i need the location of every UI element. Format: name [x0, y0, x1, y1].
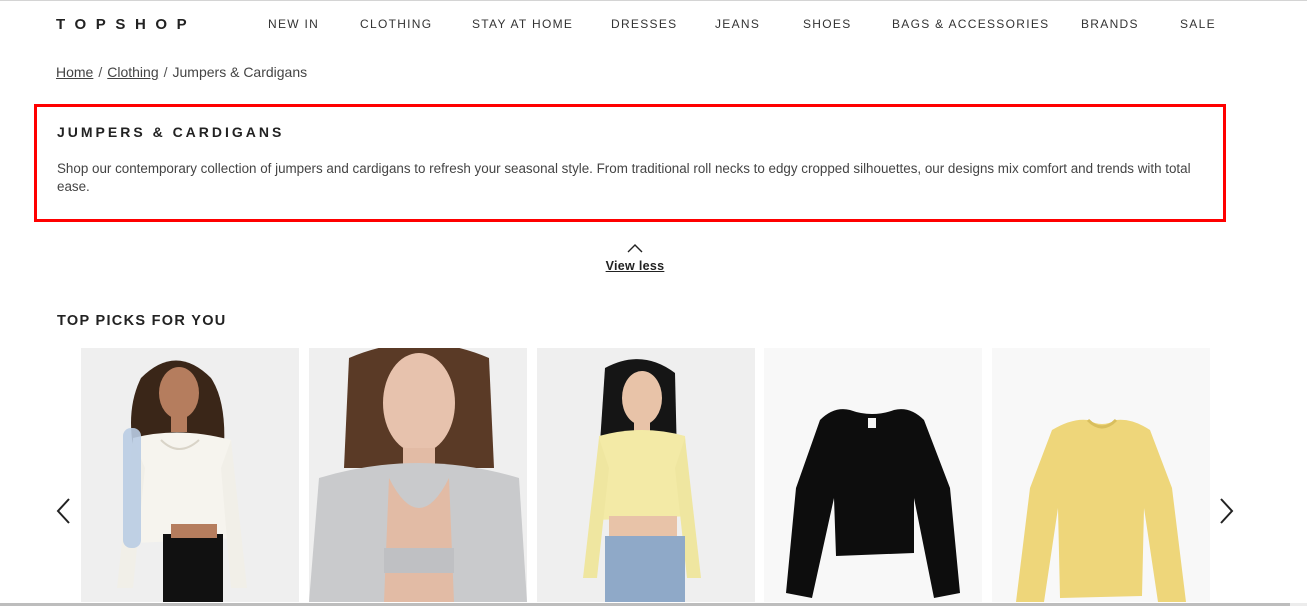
- product-image-lemon-cardigan: [583, 359, 701, 602]
- chevron-up-icon: [627, 244, 643, 253]
- category-description: Shop our contemporary collection of jump…: [57, 161, 1191, 194]
- chevron-right-icon: [1220, 498, 1234, 524]
- breadcrumb-clothing[interactable]: Clothing: [107, 64, 158, 80]
- nav-shoes[interactable]: SHOES: [803, 17, 852, 31]
- chevron-left-icon: [56, 498, 70, 524]
- carousel-next-button[interactable]: [1216, 496, 1236, 526]
- nav-brands[interactable]: BRANDS: [1081, 17, 1139, 31]
- breadcrumb-separator: /: [163, 64, 168, 80]
- view-less-toggle[interactable]: View less: [585, 243, 685, 275]
- product-image-grey-cardigan: [309, 348, 527, 602]
- category-title: JUMPERS & CARDIGANS: [57, 124, 285, 140]
- product-card[interactable]: [81, 348, 299, 602]
- product-card[interactable]: [992, 348, 1210, 602]
- breadcrumb-separator: /: [98, 64, 103, 80]
- nav-stay-at-home[interactable]: STAY AT HOME: [472, 17, 573, 31]
- product-card[interactable]: [309, 348, 527, 602]
- breadcrumb: Home / Clothing / Jumpers & Cardigans: [56, 64, 307, 80]
- nav-clothing[interactable]: CLOTHING: [360, 17, 432, 31]
- nav-jeans[interactable]: JEANS: [715, 17, 760, 31]
- top-picks-title: TOP PICKS FOR YOU: [57, 313, 227, 329]
- category-description-highlight: JUMPERS & CARDIGANS Shop our contemporar…: [34, 104, 1226, 222]
- nav-bags-accessories[interactable]: BAGS & ACCESSORIES: [892, 17, 1049, 31]
- product-image-black-jumper: [786, 409, 960, 598]
- product-image-yellow-jumper: [1016, 418, 1186, 602]
- nav-dresses[interactable]: DRESSES: [611, 17, 677, 31]
- site-header: TOPSHOP NEW IN CLOTHING STAY AT HOME DRE…: [0, 0, 1307, 48]
- product-card[interactable]: [537, 348, 755, 602]
- breadcrumb-home[interactable]: Home: [56, 64, 93, 80]
- topshop-logo[interactable]: TOPSHOP: [56, 16, 196, 33]
- nav-new-in[interactable]: NEW IN: [268, 17, 319, 31]
- product-image-white-cardigan: [117, 360, 247, 602]
- nav-sale[interactable]: SALE: [1180, 17, 1216, 31]
- carousel-prev-button[interactable]: [54, 496, 74, 526]
- breadcrumb-current: Jumpers & Cardigans: [172, 64, 308, 80]
- product-card[interactable]: [764, 348, 982, 602]
- view-less-label[interactable]: View less: [606, 259, 665, 273]
